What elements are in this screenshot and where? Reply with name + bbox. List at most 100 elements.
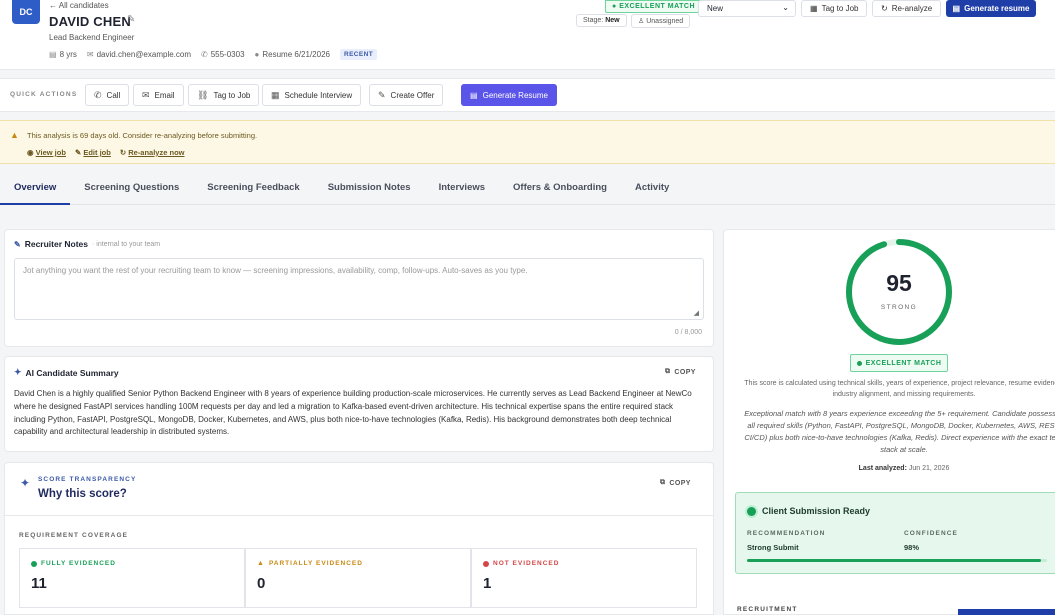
- recruiter-notes-card: ✎ Recruiter Notes · internal to your tea…: [4, 229, 714, 347]
- candidate-name: DAVID CHEN: [49, 14, 131, 29]
- copy-summary-button[interactable]: ⧉ COPY: [665, 368, 696, 376]
- mail-icon: ✉: [142, 89, 150, 100]
- tab-interviews[interactable]: Interviews: [425, 174, 499, 204]
- tab-screening-feedback[interactable]: Screening Feedback: [193, 174, 313, 204]
- match-badge: ● EXCELLENT MATCH: [605, 0, 702, 13]
- match-badge: EXCELLENT MATCH: [850, 354, 948, 372]
- ai-summary-title: ✦ AI Candidate Summary: [14, 367, 119, 378]
- schedule-interview-button[interactable]: ▦ Schedule Interview: [262, 84, 362, 106]
- resume-link[interactable]: Resume 6/21/2026: [262, 50, 330, 59]
- candidate-header: DC ← All candidates DAVID CHEN ✎ Lead Ba…: [0, 0, 1055, 70]
- recommendation-label: RECOMMENDATION: [747, 530, 826, 537]
- client-submission-title: Client Submission Ready: [747, 506, 870, 516]
- candidate-meta: ▤ 8 yrs ✉ david.chen@example.com ✆ 555-0303…: [49, 49, 378, 60]
- warning-links: ◉ View job ✎ Edit job ↻ Re-analyze now: [27, 148, 184, 157]
- user-icon: ♙: [638, 18, 645, 25]
- copy-score-button[interactable]: ⧉ COPY: [660, 479, 691, 487]
- experience: 8 yrs: [59, 50, 77, 59]
- status-dot-icon: [856, 360, 862, 366]
- quick-actions-label: QUICK ACTIONS: [10, 91, 78, 98]
- refresh-icon: ↻: [881, 4, 888, 13]
- copy-icon: ⧉: [660, 479, 666, 486]
- pencil-icon: ✎: [74, 148, 82, 157]
- mail-icon: ✉: [86, 50, 94, 59]
- generate-resume-button[interactable]: ▤ Generate resume: [946, 0, 1036, 17]
- back-to-candidates-link[interactable]: ← All candidates: [49, 1, 109, 10]
- call-button[interactable]: ✆ Call: [85, 84, 130, 106]
- recommendation-value: Strong Submit: [747, 543, 799, 552]
- client-submission-panel: Client Submission Ready RECOMMENDATION S…: [735, 492, 1055, 574]
- sparkle-icon: ✦: [20, 476, 31, 490]
- why-score-title: Why this score?: [38, 488, 127, 500]
- candidate-title: Lead Backend Engineer: [49, 33, 135, 42]
- quick-actions-bar: QUICK ACTIONS ✆ Call ✉ Email ⛓ Tag to Job ▦…: [0, 78, 1055, 112]
- score-description: This score is calculated using technical…: [744, 380, 1055, 399]
- edit-job-link[interactable]: ✎ Edit job: [75, 148, 111, 157]
- tag-icon: ▦: [810, 4, 818, 13]
- email-link[interactable]: david.chen@example.com: [97, 50, 191, 59]
- tab-overview[interactable]: Overview: [0, 174, 71, 205]
- warning-icon: ▲: [10, 130, 19, 140]
- reanalyze-button[interactable]: ↻ Re-analyze: [872, 0, 942, 17]
- avatar: DC: [12, 0, 40, 24]
- email-button[interactable]: ✉ Email: [133, 84, 184, 106]
- phone-icon: ✆: [201, 50, 208, 59]
- briefcase-icon: ▤: [49, 50, 57, 59]
- phone[interactable]: 555-0303: [211, 50, 245, 59]
- ai-summary-card: ✦ AI Candidate Summary ⧉ COPY David Chen …: [4, 356, 714, 452]
- tab-activity[interactable]: Activity: [621, 174, 683, 204]
- score-rating: STRONG: [880, 304, 918, 311]
- tag-to-job-button[interactable]: ▦ Tag to Job: [801, 0, 868, 17]
- score-value: 95: [886, 270, 912, 296]
- refresh-icon: ↻: [119, 148, 127, 157]
- link-icon: ⛓: [197, 89, 209, 100]
- ready-status-icon: [747, 506, 756, 516]
- last-analyzed: Last analyzed: Jun 21, 2026: [858, 465, 950, 472]
- recruitment-button-edge[interactable]: [958, 609, 1055, 615]
- coverage-not-evidenced: NOT EVIDENCED 1: [471, 548, 697, 608]
- warning-icon: ▲: [257, 560, 265, 567]
- calendar-icon: ▦: [271, 89, 280, 100]
- coverage-count: 0: [257, 575, 266, 592]
- chevron-down-icon: ⌄: [782, 3, 789, 12]
- tab-submission-notes[interactable]: Submission Notes: [314, 174, 425, 204]
- confidence-bar: [747, 559, 1047, 562]
- status-dot-icon: [31, 560, 37, 567]
- confidence-label: CONFIDENCE: [904, 530, 958, 537]
- recruiter-notes-title: ✎ Recruiter Notes · internal to your tea…: [14, 239, 161, 249]
- warning-text: This analysis is 69 days old. Consider r…: [27, 131, 258, 140]
- reanalyze-now-link[interactable]: ↻ Re-analyze now: [120, 148, 185, 157]
- confidence-bar-fill: [747, 559, 1041, 562]
- status-select[interactable]: New ⌄: [698, 0, 796, 17]
- tag-to-job-quick-button[interactable]: ⛓ Tag to Job: [188, 84, 260, 106]
- eye-icon: ◉: [27, 148, 34, 157]
- recent-badge: RECENT: [339, 49, 378, 60]
- score-transparency-label: SCORE TRANSPARENCY: [38, 476, 137, 483]
- view-job-link[interactable]: ◉ View job: [27, 148, 66, 157]
- edit-name-icon[interactable]: ✎: [127, 14, 135, 25]
- create-offer-button[interactable]: ✎ Create Offer: [369, 84, 444, 106]
- score-transparency-card: ✦ SCORE TRANSPARENCY Why this score? ⧉ CO…: [4, 462, 714, 615]
- notes-icon: ✎: [14, 239, 21, 249]
- tab-offers-onboarding[interactable]: Offers & Onboarding: [499, 174, 621, 204]
- recruitment-section-label: RECRUITMENT: [737, 606, 798, 613]
- resize-handle-icon[interactable]: ◢: [694, 309, 699, 317]
- divider: [5, 515, 713, 516]
- match-score-card: 95 STRONG EXCELLENT MATCH This score is …: [723, 229, 1055, 615]
- generate-resume-quick-button[interactable]: ▤ Generate Resume: [461, 84, 557, 106]
- sparkle-icon: ✦: [14, 367, 22, 377]
- copy-icon: ⧉: [665, 368, 671, 375]
- resume-icon: ●: [254, 50, 260, 59]
- document-icon: ▤: [952, 4, 961, 13]
- phone-icon: ✆: [94, 89, 102, 100]
- requirement-coverage-label: REQUIREMENT COVERAGE: [19, 532, 129, 539]
- stage-pill[interactable]: Stage: New: [576, 14, 627, 27]
- error-dot-icon: [483, 560, 489, 567]
- offer-icon: ✎: [378, 89, 386, 100]
- assignee-pill[interactable]: ♙ Unassigned: [631, 14, 691, 28]
- arrow-left-icon: ←: [49, 1, 57, 10]
- tab-screening-questions[interactable]: Screening Questions: [70, 174, 193, 204]
- stale-analysis-warning: ▲ This analysis is 69 days old. Consider…: [0, 120, 1055, 164]
- tab-bar: Overview Screening Questions Screening F…: [0, 174, 1055, 205]
- recruiter-notes-textarea[interactable]: Jot anything you want the rest of your r…: [14, 258, 704, 320]
